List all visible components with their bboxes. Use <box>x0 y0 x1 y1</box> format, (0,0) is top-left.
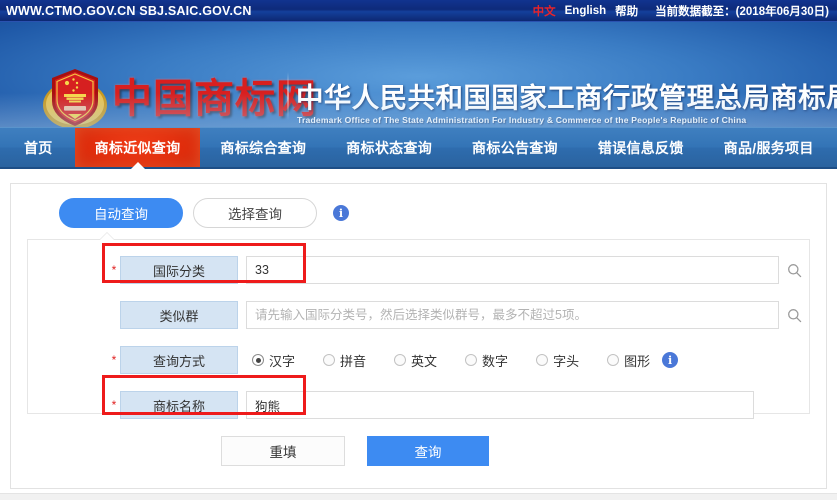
info-icon-tabs[interactable]: i <box>333 205 349 221</box>
input-international-class[interactable] <box>246 256 779 284</box>
site-domains: WWW.CTMO.GOV.CN SBJ.SAIC.GOV.CN <box>0 4 252 18</box>
required-mark-international-class: * <box>108 263 120 277</box>
language-link-english[interactable]: English <box>565 5 607 17</box>
radio-option-figurative[interactable]: 图形 <box>607 351 650 370</box>
main-content: 自动查询 选择查询 i * 国际分类 <box>0 169 837 500</box>
radio-label-figurative: 图形 <box>624 351 650 370</box>
label-query-mode: 查询方式 <box>120 346 238 374</box>
radio-dot-number <box>465 354 477 366</box>
label-trademark-name: 商标名称 <box>120 391 238 419</box>
top-utility-links: 中文 English 帮助 当前数据截至：(2018年06月30日) <box>533 0 829 22</box>
language-link-chinese[interactable]: 中文 <box>533 3 556 19</box>
radio-dot-figurative <box>607 354 619 366</box>
banner-title-chinese: 中华人民共和国国家工商行政管理总局商标局 <box>296 75 837 115</box>
site-banner: 中国商标网 中华人民共和国国家工商行政管理总局商标局 Trademark Off… <box>0 22 837 127</box>
form-actions: 重填 查询 <box>27 436 810 466</box>
radio-option-pinyin[interactable]: 拼音 <box>323 351 366 370</box>
search-form: * 国际分类 * 类似群 <box>27 239 810 414</box>
form-row-query-mode: * 查询方式 汉字 拼音 英文 <box>28 346 809 374</box>
search-icon-international-class[interactable] <box>779 263 809 278</box>
radio-dot-english <box>394 354 406 366</box>
radio-dot-hanzi <box>252 354 264 366</box>
search-icon-similar-group[interactable] <box>779 308 809 323</box>
page-bottom-strip <box>0 493 837 500</box>
reset-button[interactable]: 重填 <box>221 436 345 466</box>
nav-item-similar-search[interactable]: 商标近似查询 <box>75 128 201 167</box>
nav-item-announcement-search[interactable]: 商标公告查询 <box>452 128 578 167</box>
banner-title-english: Trademark Office of The State Administra… <box>297 115 746 125</box>
label-similar-group: 类似群 <box>120 301 238 329</box>
page-root: WWW.CTMO.GOV.CN SBJ.SAIC.GOV.CN 中文 Engli… <box>0 0 837 500</box>
info-icon-query-mode[interactable]: i <box>662 352 678 368</box>
help-link[interactable]: 帮助 <box>615 3 638 19</box>
label-international-class: 国际分类 <box>120 256 238 284</box>
radio-label-english: 英文 <box>411 351 437 370</box>
radio-group-query-mode: 汉字 拼音 英文 数字 <box>252 351 678 370</box>
banner-divider <box>287 72 289 120</box>
radio-label-hanzi: 汉字 <box>269 351 295 370</box>
search-mode-tabs: 自动查询 选择查询 i <box>27 198 810 228</box>
radio-option-hanzi[interactable]: 汉字 <box>252 351 295 370</box>
form-row-similar-group: * 类似群 <box>28 301 809 329</box>
search-panel: 自动查询 选择查询 i * 国际分类 <box>10 183 827 489</box>
tab-select-query[interactable]: 选择查询 <box>193 198 317 228</box>
required-mark-query-mode: * <box>108 353 120 367</box>
radio-option-initials[interactable]: 字头 <box>536 351 579 370</box>
form-row-trademark-name: * 商标名称 <box>28 391 809 419</box>
data-currency-notice: 当前数据截至：(2018年06月30日) <box>655 3 829 19</box>
nav-item-goods-services[interactable]: 商品/服务项目 <box>704 128 834 167</box>
required-mark-trademark-name: * <box>108 398 120 412</box>
radio-option-number[interactable]: 数字 <box>465 351 508 370</box>
nav-item-home[interactable]: 首页 <box>0 128 75 167</box>
radio-dot-initials <box>536 354 548 366</box>
nav-item-error-feedback[interactable]: 错误信息反馈 <box>578 128 704 167</box>
nav-item-status-search[interactable]: 商标状态查询 <box>326 128 452 167</box>
tab-auto-query[interactable]: 自动查询 <box>59 198 183 228</box>
main-navigation: 首页 商标近似查询 商标综合查询 商标状态查询 商标公告查询 错误信息反馈 商品… <box>0 127 837 169</box>
input-similar-group[interactable] <box>246 301 779 329</box>
top-utility-bar: WWW.CTMO.GOV.CN SBJ.SAIC.GOV.CN 中文 Engli… <box>0 0 837 22</box>
radio-label-number: 数字 <box>482 351 508 370</box>
radio-option-english[interactable]: 英文 <box>394 351 437 370</box>
radio-label-pinyin: 拼音 <box>340 351 366 370</box>
national-emblem-icon <box>40 65 110 127</box>
input-trademark-name[interactable] <box>246 391 754 419</box>
form-row-international-class: * 国际分类 <box>28 256 809 284</box>
radio-label-initials: 字头 <box>553 351 579 370</box>
nav-item-comprehensive-search[interactable]: 商标综合查询 <box>200 128 326 167</box>
search-submit-button[interactable]: 查询 <box>367 436 489 466</box>
radio-dot-pinyin <box>323 354 335 366</box>
